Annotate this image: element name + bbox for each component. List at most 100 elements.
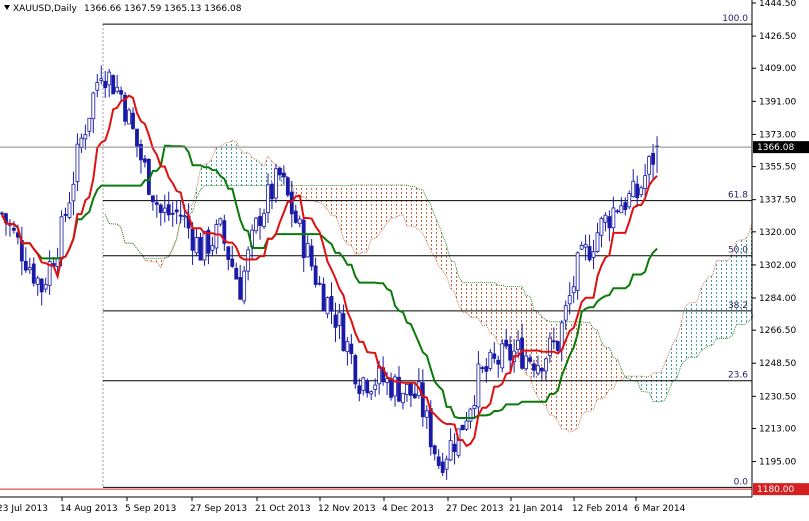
candle-body (313, 265, 318, 285)
candle-body (198, 237, 203, 261)
candle-body (87, 117, 92, 132)
candle-body (484, 366, 489, 372)
cloud-segment (549, 321, 554, 416)
candle-body (301, 219, 306, 259)
candle-body (409, 383, 413, 396)
cloud-segment (307, 185, 312, 201)
cloud-segment (716, 260, 721, 339)
cloud-segment (724, 260, 729, 339)
candle-body (555, 341, 560, 351)
candle-body (170, 212, 175, 215)
candle-body (321, 283, 326, 312)
candle-body (385, 378, 389, 383)
candle-body (242, 270, 247, 302)
candle-body (202, 230, 207, 261)
candle-body (210, 245, 215, 251)
candle-body (270, 183, 274, 200)
candle-body (194, 237, 199, 254)
candle (460, 424, 465, 431)
candle (627, 190, 632, 209)
cloud-segment (410, 186, 415, 227)
candle-body (337, 311, 342, 326)
cloud-segment (593, 328, 598, 409)
candle-body (583, 244, 588, 248)
candle-body (563, 305, 568, 321)
cloud-segment (260, 162, 265, 186)
cloud-segment (585, 322, 590, 412)
candle-body (567, 295, 572, 305)
candle-body (214, 224, 219, 249)
cloud-segment (359, 184, 364, 254)
y-tick-label: 1195.00 (759, 458, 796, 468)
cloud-segment (641, 376, 646, 392)
candle-body (432, 445, 437, 455)
candle (500, 339, 505, 373)
candle-body (79, 137, 84, 149)
candle-body (651, 153, 655, 165)
cloud-segment (244, 152, 249, 186)
candle-body (615, 210, 620, 213)
x-tick-label: 27 Sep 2013 (190, 504, 247, 514)
cloud-segment (387, 184, 392, 224)
candle-body (472, 405, 477, 410)
candle-body (12, 227, 16, 231)
x-tick-label: 12 Nov 2013 (318, 504, 376, 514)
cloud-segment (418, 189, 423, 234)
candle-body (190, 228, 195, 251)
cloud-segment (216, 146, 221, 186)
candle-body (103, 80, 108, 89)
candle-body (547, 337, 552, 356)
candle-body (274, 168, 278, 199)
candle-body (603, 214, 608, 223)
candle-body (516, 339, 520, 350)
cloud-segment (589, 322, 594, 412)
candle-body (154, 202, 159, 205)
cloud-segment (569, 321, 574, 432)
candle-body (166, 204, 171, 216)
cloud-segment (720, 260, 725, 339)
cloud-segment (577, 321, 582, 428)
candle-body (536, 365, 540, 374)
candle-body (230, 258, 235, 267)
candle-body (162, 207, 167, 213)
candle-body (543, 358, 548, 372)
cloud-segment (482, 282, 487, 326)
cloud-segment (533, 309, 538, 398)
candle-body (353, 355, 358, 385)
price-axis: 1444.50 1426.50 1409.00 1391.00 1373.00 1355.… (752, 0, 796, 468)
cloud-segment (498, 285, 503, 347)
cloud-segment (537, 312, 542, 403)
candle-body (420, 382, 425, 418)
cloud-segment (379, 184, 384, 235)
candle-body (131, 112, 135, 129)
candle-body (135, 128, 139, 147)
candle-body (508, 344, 513, 361)
x-tick-label: 14 Aug 2013 (60, 504, 118, 514)
candle-body (436, 456, 441, 466)
candle-body (571, 286, 576, 294)
y-tick-label: 1373.00 (759, 130, 796, 140)
candle-body (619, 205, 624, 214)
candle-body (91, 92, 96, 120)
cloud-segment (470, 282, 475, 318)
candle-body (143, 158, 147, 163)
y-tick-label: 1213.00 (759, 424, 796, 434)
cloud-segment (494, 282, 499, 344)
x-tick-label: 12 Feb 2014 (572, 504, 628, 514)
candle-body (373, 384, 378, 390)
current-price-label: 1366.08 (757, 143, 794, 153)
y-tick-label: 1230.50 (759, 392, 796, 402)
candle-body (174, 209, 179, 213)
price-chart[interactable]: 100.061.850.038.223.60.0 1444.501426.501… (0, 0, 809, 517)
cloud-segment (700, 281, 705, 352)
candle-body (496, 359, 501, 365)
candle-body (266, 184, 270, 214)
candle-body (43, 284, 48, 290)
candle-body (285, 177, 290, 196)
candle-body (35, 277, 40, 285)
candle-body (591, 251, 596, 258)
cloud-segment (597, 330, 602, 399)
y-tick-label: 1302.00 (759, 261, 796, 271)
cloud-segment (728, 253, 733, 339)
candle-body (611, 207, 616, 229)
